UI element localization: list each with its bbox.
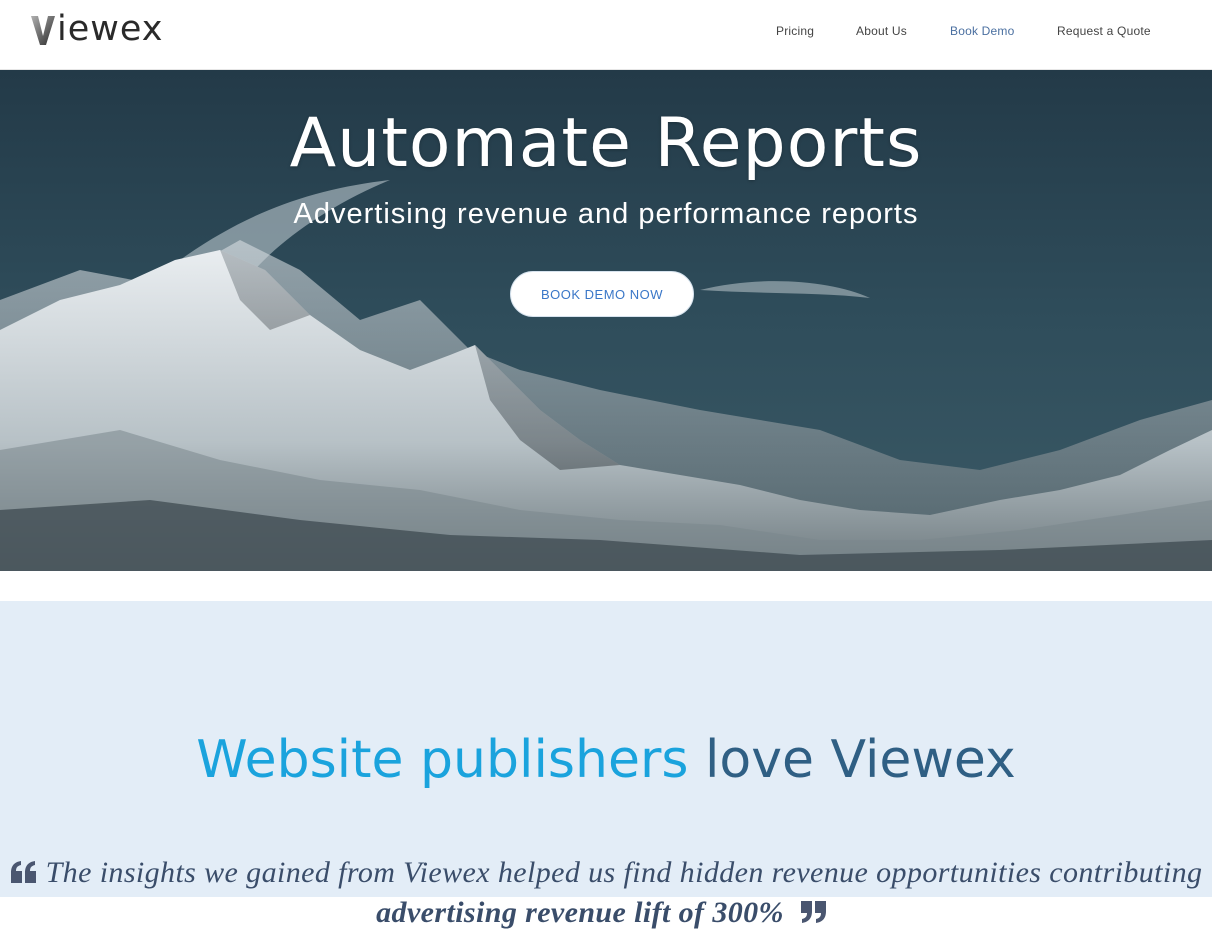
hero-subtitle: Advertising revenue and performance repo… bbox=[293, 198, 919, 230]
nav-request-quote[interactable]: Request a Quote bbox=[1057, 24, 1151, 38]
section-title-rest: love Viewex bbox=[704, 730, 1016, 790]
nav-book-demo[interactable]: Book Demo bbox=[950, 24, 1015, 38]
section-title: Website publishers love Viewex bbox=[0, 729, 1212, 791]
hero-title: Automate Reports bbox=[289, 104, 923, 183]
main-nav: Pricing About Us Book Demo Request a Quo… bbox=[0, 24, 1212, 42]
quote-open-icon bbox=[10, 861, 36, 883]
quote-highlight: advertising revenue lift of 300% bbox=[376, 896, 784, 929]
site-header: iewex Pricing About Us Book Demo Request… bbox=[0, 0, 1212, 70]
book-demo-now-button[interactable]: BOOK DEMO NOW bbox=[510, 271, 694, 317]
testimonials-section: Website publishers love Viewex The insig… bbox=[0, 601, 1212, 929]
testimonial-quote: The insights we gained from Viewex helpe… bbox=[0, 853, 1212, 933]
quote-close-icon bbox=[800, 901, 826, 923]
quote-text: The insights we gained from Viewex helpe… bbox=[45, 856, 1203, 889]
section-title-highlight: Website publishers bbox=[196, 730, 689, 790]
nav-about-us[interactable]: About Us bbox=[856, 24, 907, 38]
nav-pricing[interactable]: Pricing bbox=[776, 24, 814, 38]
hero-banner: Automate Reports Advertising revenue and… bbox=[0, 70, 1212, 571]
